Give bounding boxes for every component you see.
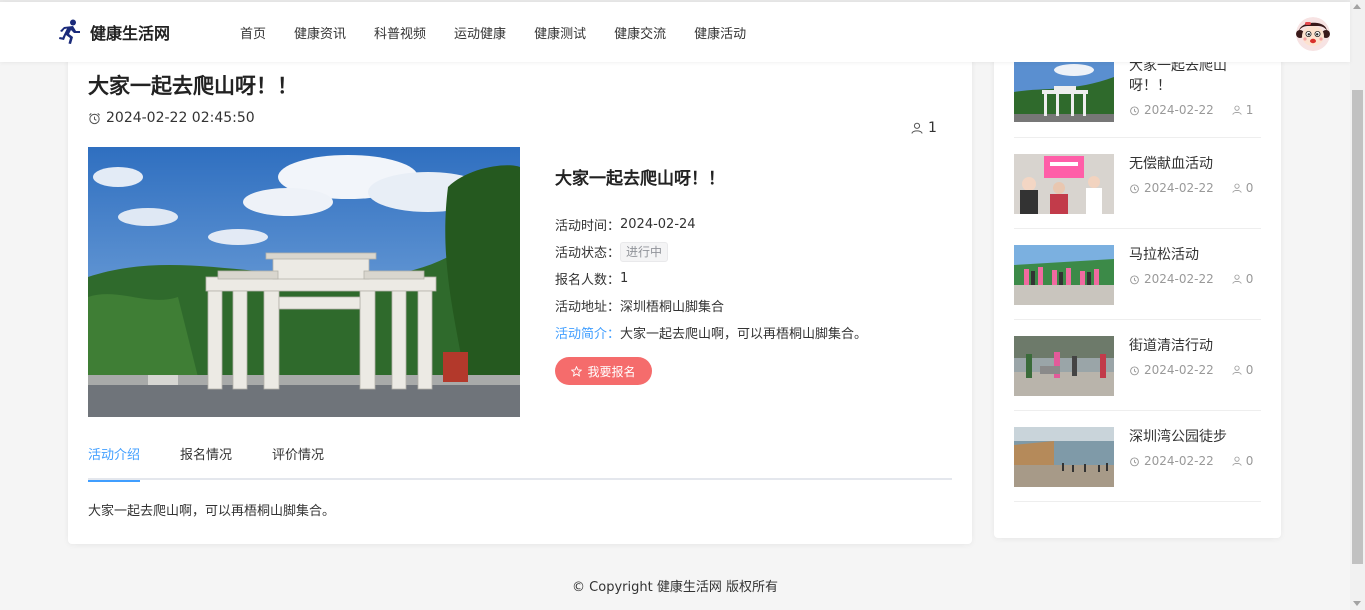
- mountain-gate-photo: [88, 147, 520, 417]
- sidebar-activity-name: 马拉松活动: [1129, 247, 1199, 263]
- sidebar-activity-date: 2024-02-22: [1144, 363, 1214, 377]
- user-icon: [1232, 105, 1242, 115]
- activity-thumbnail: [1014, 154, 1114, 214]
- activity-info-panel: 大家一起去爬山呀！！ 活动时间： 2024-02-24 活动状态： 进行中 报名…: [555, 164, 955, 346]
- scrollbar-thumb[interactable]: [1352, 90, 1363, 564]
- user-icon: [1232, 365, 1242, 375]
- sidebar-activity-meta: 2024-02-22 0: [1129, 181, 1253, 195]
- nav-item-videos[interactable]: 科普视频: [360, 23, 440, 42]
- activity-address-value: 深圳梧桐山脚集合: [620, 300, 725, 315]
- signup-count-row: 报名人数： 1: [555, 265, 955, 292]
- sidebar-activity-count: 1: [1245, 103, 1254, 117]
- activity-intro-row: 活动简介： 大家一起去爬山啊，可以再梧桐山脚集合。: [555, 319, 955, 346]
- activity-publish-time: 2024-02-22 02:45:50: [88, 110, 255, 126]
- sidebar-activity-meta: 2024-02-22 0: [1129, 272, 1253, 286]
- user-icon: [1232, 183, 1242, 193]
- activity-status-label: 活动状态：: [555, 246, 621, 261]
- list-item[interactable]: 深圳湾公园徒步 2024-02-22 0: [1014, 411, 1261, 502]
- street-cleaning-thumb: [1014, 336, 1114, 396]
- main-nav: 首页 健康资讯 科普视频 运动健康 健康测试 健康交流 健康活动: [226, 2, 760, 62]
- site-logo[interactable]: 健康生活网: [58, 17, 170, 47]
- alarm-clock-icon: [1130, 274, 1139, 284]
- nav-item-news[interactable]: 健康资讯: [280, 23, 360, 42]
- nav-item-activities[interactable]: 健康活动: [680, 23, 760, 42]
- activity-thumbnail: [1014, 427, 1114, 487]
- activity-thumbnail: [1014, 336, 1114, 396]
- signup-button[interactable]: 我要报名: [555, 357, 652, 385]
- signup-button-label: 我要报名: [587, 364, 636, 379]
- activity-thumbnail: [1014, 62, 1114, 122]
- star-icon: [571, 365, 583, 377]
- activity-intro-value: 大家一起去爬山啊，可以再梧桐山脚集合。: [620, 327, 868, 342]
- alarm-clock-icon: [1130, 365, 1139, 375]
- user-avatar[interactable]: [1296, 17, 1330, 51]
- scroll-up-arrow-icon[interactable]: [1353, 4, 1361, 9]
- marathon-thumb: [1014, 245, 1114, 305]
- signup-count-value: 1: [620, 271, 629, 286]
- sidebar-activity-name: 街道清洁行动: [1129, 338, 1213, 354]
- participant-count: 1: [911, 120, 937, 136]
- nav-item-sports[interactable]: 运动健康: [440, 23, 520, 42]
- sidebar-activity-date: 2024-02-22: [1144, 272, 1214, 286]
- tab-signups[interactable]: 报名情况: [180, 444, 232, 480]
- sidebar-activity-meta: 2024-02-22 0: [1129, 363, 1253, 377]
- bay-park-hike-thumb: [1014, 427, 1114, 487]
- scroll-down-arrow-icon[interactable]: [1353, 601, 1361, 606]
- tab-introduction[interactable]: 活动介绍: [88, 444, 141, 482]
- tab-reviews[interactable]: 评价情况: [272, 444, 324, 480]
- sidebar-activity-meta: 2024-02-22 1: [1129, 103, 1253, 117]
- sidebar-activity-meta: 2024-02-22 0: [1129, 454, 1253, 468]
- tab-content-text: 大家一起去爬山啊，可以再梧桐山脚集合。: [88, 504, 336, 519]
- user-icon: [1232, 274, 1242, 284]
- alarm-clock-icon: [89, 112, 100, 124]
- activity-info-title: 大家一起去爬山呀！！: [555, 169, 725, 189]
- user-icon: [1232, 456, 1242, 466]
- participant-count-value: 1: [928, 120, 937, 136]
- activity-time-label: 活动时间：: [555, 219, 621, 234]
- top-header: 健康生活网 首页 健康资讯 科普视频 运动健康 健康测试 健康交流 健康活动: [0, 2, 1350, 62]
- activity-datetime: 2024-02-22 02:45:50: [106, 110, 255, 126]
- nav-item-forum[interactable]: 健康交流: [600, 23, 680, 42]
- list-item[interactable]: 街道清洁行动 2024-02-22 0: [1014, 320, 1261, 411]
- alarm-clock-icon: [1130, 456, 1139, 466]
- alarm-clock-icon: [1130, 105, 1139, 115]
- activity-address-row: 活动地址： 深圳梧桐山脚集合: [555, 292, 955, 319]
- nav-item-tests[interactable]: 健康测试: [520, 23, 600, 42]
- activity-address-label: 活动地址：: [555, 300, 621, 315]
- activity-status-row: 活动状态： 进行中: [555, 238, 955, 265]
- related-activities-sidebar: 大家一起去爬山呀！！ 2024-02-22 1 无偿献血活动 2024-02-2…: [994, 50, 1281, 538]
- activity-time-value: 2024-02-24: [620, 217, 696, 232]
- sidebar-activity-date: 2024-02-22: [1144, 454, 1214, 468]
- activity-time-row: 活动时间： 2024-02-24: [555, 211, 955, 238]
- signup-count-label: 报名人数：: [555, 273, 621, 288]
- activity-cover-image: [88, 147, 520, 417]
- runner-logo-icon: [59, 19, 80, 44]
- sidebar-activity-count: 0: [1245, 363, 1254, 377]
- list-item[interactable]: 马拉松活动 2024-02-22 0: [1014, 229, 1261, 320]
- alarm-clock-icon: [1130, 183, 1139, 193]
- blood-donation-thumb: [1014, 154, 1114, 214]
- sidebar-activity-name: 无偿献血活动: [1129, 156, 1213, 172]
- cartoon-avatar-icon: [1296, 17, 1330, 51]
- list-item[interactable]: 无偿献血活动 2024-02-22 0: [1014, 138, 1261, 229]
- sidebar-activity-name: 大家一起去爬山呀！！: [1129, 58, 1227, 94]
- sidebar-activity-name: 深圳湾公园徒步: [1129, 429, 1227, 445]
- sidebar-activity-count: 0: [1245, 454, 1254, 468]
- sidebar-activity-date: 2024-02-22: [1144, 103, 1214, 117]
- copyright-footer: © Copyright 健康生活网 版权所有: [572, 580, 778, 595]
- activity-thumbnail: [1014, 245, 1114, 305]
- activity-detail-card: 大家一起去爬山呀！！ 2024-02-22 02:45:50 1 大家一起去爬山…: [68, 50, 972, 544]
- sidebar-activity-count: 0: [1245, 272, 1254, 286]
- detail-tabs: 活动介绍 报名情况 评价情况: [88, 444, 952, 482]
- nav-item-home[interactable]: 首页: [226, 23, 280, 42]
- sidebar-activity-count: 0: [1245, 181, 1254, 195]
- site-name: 健康生活网: [90, 24, 171, 43]
- user-icon: [911, 122, 923, 134]
- mountain-gate-thumb: [1014, 62, 1114, 122]
- activity-intro-label: 活动简介：: [555, 327, 621, 342]
- status-badge: 进行中: [620, 241, 669, 262]
- activity-title: 大家一起去爬山呀！！: [88, 74, 298, 98]
- sidebar-activity-date: 2024-02-22: [1144, 181, 1214, 195]
- page-scrollbar[interactable]: [1350, 0, 1365, 610]
